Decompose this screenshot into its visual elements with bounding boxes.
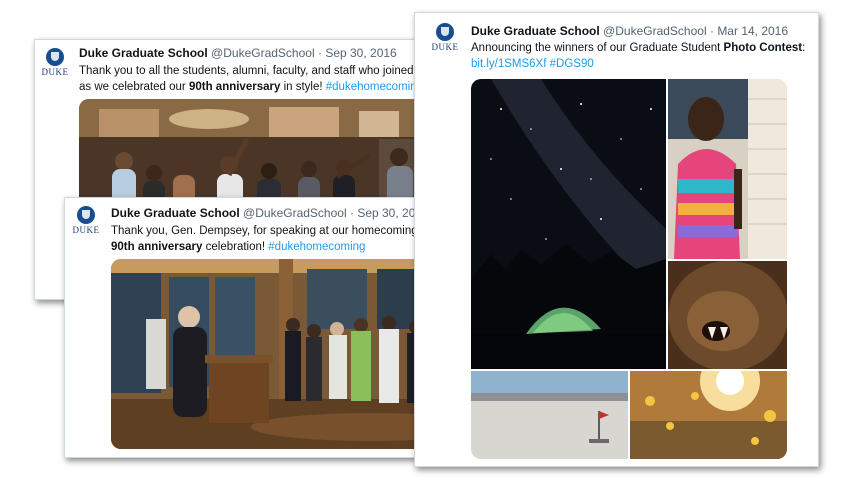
tweet-text: Thank you to all the students, alumni, f…	[79, 63, 429, 95]
tweet-text-part: Announcing the winners of our Graduate S…	[471, 42, 724, 54]
hashtag-link[interactable]: #dukehomecoming	[326, 81, 423, 93]
speaker-at-podium-photo[interactable]	[111, 259, 457, 449]
tweet-text-part: Thank you, Gen. Dempsey, for speaking at…	[111, 225, 440, 237]
sunburst-flowers-photo[interactable]	[630, 371, 787, 459]
duke-wordmark: DUKE	[41, 67, 69, 77]
duke-avatar[interactable]: DUKE	[40, 48, 70, 78]
duke-shield-icon	[436, 23, 454, 41]
account-handle[interactable]: @DukeGradSchool	[243, 206, 347, 220]
account-handle[interactable]: @DukeGradSchool	[603, 24, 707, 38]
animal-closeup-photo[interactable]	[668, 261, 787, 369]
account-handle[interactable]: @DukeGradSchool	[211, 46, 315, 60]
separator: ·	[317, 46, 322, 60]
hashtag-link[interactable]: #DGS90	[550, 58, 594, 70]
account-name[interactable]: Duke Graduate School	[111, 206, 240, 220]
tweet-card-dempsey[interactable]: DUKE Duke Graduate School @DukeGradSchoo…	[64, 197, 467, 458]
tweet-header: Duke Graduate School @DukeGradSchool · S…	[79, 46, 397, 60]
tweet-links-line: bit.ly/1SMS6Xf #DGS90	[471, 56, 811, 72]
duke-wordmark: DUKE	[431, 42, 459, 52]
girl-portrait-photo[interactable]	[668, 79, 787, 259]
tweet-card-photo-contest[interactable]: DUKE Duke Graduate School @DukeGradSchoo…	[414, 12, 819, 467]
starry-night-tent-photo[interactable]	[471, 79, 666, 369]
photo-grid	[471, 79, 787, 459]
duke-shield-icon	[46, 48, 64, 66]
tweet-text-bold: 90th anniversary	[188, 81, 281, 93]
tweet-text-line: Announcing the winners of our Graduate S…	[471, 40, 811, 56]
tweet-header: Duke Graduate School @DukeGradSchool · M…	[471, 24, 788, 38]
duke-avatar[interactable]: DUKE	[71, 206, 101, 236]
tweet-text-part: :	[802, 42, 806, 54]
tweet-header: Duke Graduate School @DukeGradSchool · S…	[111, 206, 429, 220]
tweet-text-bold: 90th anniversary	[111, 241, 203, 253]
tweet-date[interactable]: Mar 14, 2016	[717, 24, 788, 38]
hashtag-link[interactable]: #dukehomecoming	[268, 241, 365, 253]
separator: ·	[709, 24, 714, 38]
tweet-date[interactable]: Sep 30, 2016	[325, 46, 396, 60]
tweet-text-bold: Photo Contest	[723, 42, 803, 54]
tweet-text-part: in style!	[280, 81, 326, 93]
tweet-text: Thank you, Gen. Dempsey, for speaking at…	[111, 223, 441, 255]
duke-avatar[interactable]: DUKE	[430, 23, 460, 53]
short-url-link[interactable]: bit.ly/1SMS6Xf	[471, 58, 546, 70]
separator: ·	[349, 206, 354, 220]
tweet-text-part: celebration!	[202, 241, 269, 253]
account-name[interactable]: Duke Graduate School	[79, 46, 208, 60]
beach-flag-photo[interactable]	[471, 371, 628, 459]
account-name[interactable]: Duke Graduate School	[471, 24, 600, 38]
duke-wordmark: DUKE	[72, 225, 100, 235]
tweet-text: Announcing the winners of our Graduate S…	[471, 40, 811, 72]
duke-shield-icon	[77, 206, 95, 224]
